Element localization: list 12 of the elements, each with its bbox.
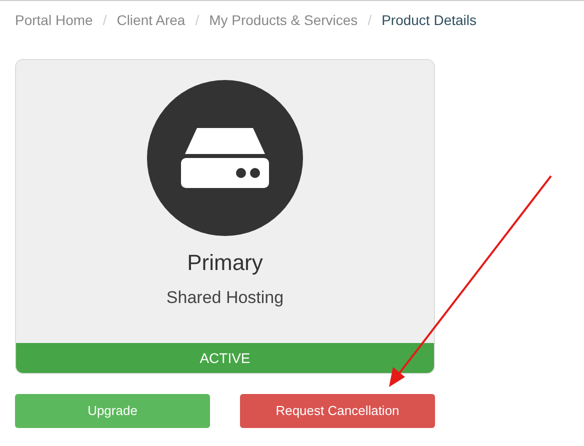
breadcrumb-current: Product Details	[382, 11, 477, 30]
cancel-button[interactable]: Request Cancellation	[240, 394, 435, 428]
product-name: Primary	[187, 249, 263, 277]
breadcrumb-separator: /	[195, 11, 200, 30]
breadcrumb-link[interactable]: My Products & Services	[209, 10, 358, 31]
breadcrumb-link[interactable]: Portal Home	[15, 10, 93, 31]
breadcrumb-separator: /	[102, 11, 107, 30]
breadcrumb-link[interactable]: Client Area	[116, 10, 186, 31]
product-group: Shared Hosting	[166, 285, 284, 310]
breadcrumb-separator: /	[368, 11, 372, 30]
status-bar: ACTIVE	[16, 343, 434, 373]
upgrade-button[interactable]: Upgrade	[15, 394, 210, 428]
